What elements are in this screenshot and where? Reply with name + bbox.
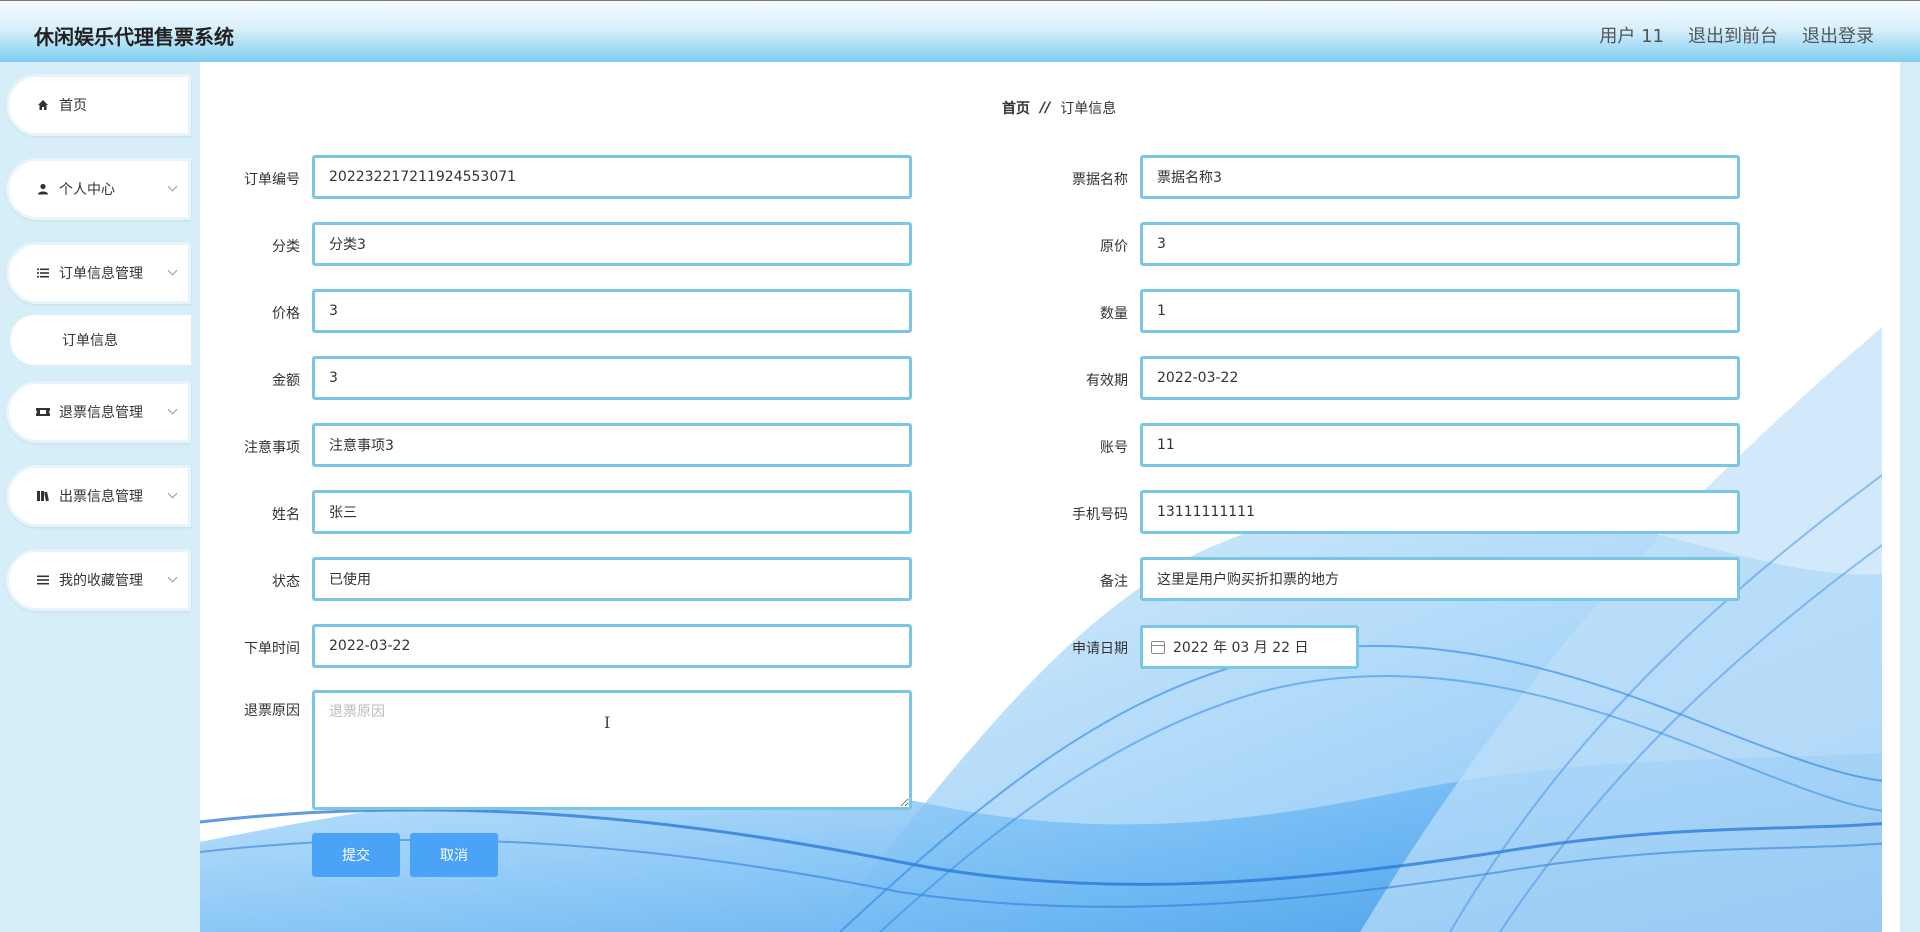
original-price-input[interactable] xyxy=(1140,222,1740,266)
price-label: 价格 xyxy=(272,306,300,322)
amount-input[interactable] xyxy=(312,356,912,400)
user-icon xyxy=(35,183,51,195)
top-header: 休闲娱乐代理售票系统 用户 11 退出到前台 退出登录 xyxy=(0,0,1920,62)
account-label: 账号 xyxy=(1100,440,1128,456)
original-price-label: 原价 xyxy=(1100,239,1128,255)
validity-label: 有效期 xyxy=(1086,373,1128,389)
apply-date-label: 申请日期 xyxy=(1072,641,1128,657)
breadcrumb-home[interactable]: 首页 xyxy=(1002,98,1030,118)
phone-input[interactable] xyxy=(1140,490,1740,534)
app-title: 休闲娱乐代理售票系统 xyxy=(34,25,234,49)
chevron-down-icon xyxy=(167,572,178,583)
apply-date-value: 2022 年 03 月 22 日 xyxy=(1173,640,1309,656)
account-input[interactable] xyxy=(1140,423,1740,467)
category-input[interactable] xyxy=(312,222,912,266)
notes-input[interactable] xyxy=(312,423,912,467)
user-label[interactable]: 用户 11 xyxy=(1599,22,1664,48)
quantity-input[interactable] xyxy=(1140,289,1740,333)
sidebar-item-label: 出票信息管理 xyxy=(59,489,143,505)
name-label: 姓名 xyxy=(272,507,300,523)
home-icon xyxy=(35,99,51,111)
text-cursor-icon: I xyxy=(604,713,611,732)
amount-label: 金额 xyxy=(272,373,300,389)
book-icon xyxy=(35,490,51,502)
ticket-name-input[interactable] xyxy=(1140,155,1740,199)
chevron-down-icon xyxy=(167,488,178,499)
sidebar-item-label: 我的收藏管理 xyxy=(59,573,143,589)
sidebar-item-personal-center[interactable]: 个人中心 xyxy=(6,158,191,220)
name-input[interactable] xyxy=(312,490,912,534)
chevron-down-icon xyxy=(167,265,178,276)
status-input[interactable] xyxy=(312,557,912,601)
cancel-button[interactable]: 取消 xyxy=(410,833,498,877)
menu-icon xyxy=(35,574,51,586)
sidebar-item-label: 订单信息管理 xyxy=(59,266,143,282)
header-links: 用户 11 退出到前台 退出登录 xyxy=(1599,22,1874,48)
apply-date-picker[interactable]: 2022 年 03 月 22 日 xyxy=(1140,625,1359,669)
submit-button[interactable]: 提交 xyxy=(312,833,400,877)
sidebar: 首页 个人中心 订单信息管理 订单信息 退票信息管理 出票信息管理 我的收藏管理 xyxy=(0,62,200,932)
calendar-icon xyxy=(1151,640,1165,654)
sidebar-item-favorites-management[interactable]: 我的收藏管理 xyxy=(6,549,191,611)
refund-reason-textarea[interactable] xyxy=(312,690,912,810)
main-content: 首页 // 订单信息 订单编号 分类 价格 金额 注意事项 姓名 状态 下单时间… xyxy=(200,62,1900,932)
order-time-label: 下单时间 xyxy=(244,641,300,657)
sidebar-item-home[interactable]: 首页 xyxy=(6,74,191,136)
sidebar-item-refund-management[interactable]: 退票信息管理 xyxy=(6,381,191,443)
breadcrumb: 首页 // 订单信息 xyxy=(1002,98,1116,118)
category-label: 分类 xyxy=(272,239,300,255)
order-time-input[interactable] xyxy=(312,624,912,668)
list-icon xyxy=(35,267,51,279)
logout-link[interactable]: 退出登录 xyxy=(1802,22,1874,48)
price-input[interactable] xyxy=(312,289,912,333)
sidebar-item-label: 首页 xyxy=(59,98,87,114)
chevron-down-icon xyxy=(167,181,178,192)
sidebar-item-label: 个人中心 xyxy=(59,182,115,198)
remark-input[interactable] xyxy=(1140,557,1740,601)
ticket-name-label: 票据名称 xyxy=(1072,172,1128,188)
notes-label: 注意事项 xyxy=(244,440,300,456)
refund-reason-label: 退票原因 xyxy=(244,703,300,719)
sidebar-item-label: 退票信息管理 xyxy=(59,405,143,421)
breadcrumb-current: 订单信息 xyxy=(1060,101,1117,117)
sidebar-item-order-management[interactable]: 订单信息管理 xyxy=(6,242,191,304)
sidebar-subitem-order-info[interactable]: 订单信息 xyxy=(10,315,191,365)
quantity-label: 数量 xyxy=(1100,306,1128,322)
remark-label: 备注 xyxy=(1100,574,1128,590)
chevron-down-icon xyxy=(167,404,178,415)
sidebar-item-label: 订单信息 xyxy=(62,333,118,349)
order-number-input[interactable] xyxy=(312,155,912,199)
back-to-front-link[interactable]: 退出到前台 xyxy=(1688,22,1778,48)
phone-label: 手机号码 xyxy=(1072,507,1128,523)
validity-input[interactable] xyxy=(1140,356,1740,400)
status-label: 状态 xyxy=(272,574,300,590)
breadcrumb-separator: // xyxy=(1040,100,1051,116)
order-number-label: 订单编号 xyxy=(244,172,300,188)
ticket-icon xyxy=(35,406,51,418)
sidebar-item-issue-management[interactable]: 出票信息管理 xyxy=(6,465,191,527)
